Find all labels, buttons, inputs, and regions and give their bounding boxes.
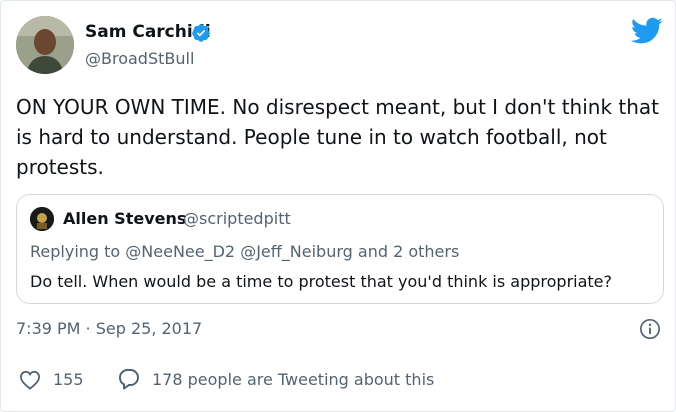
quoted-author-name[interactable]: Allen Stevens [63,209,186,228]
tweeting-about-link[interactable]: 178 people are Tweeting about this [152,370,434,389]
replying-to-label: Replying to [30,242,121,261]
info-icon[interactable] [639,318,661,340]
verified-badge-icon [192,24,210,42]
like-count[interactable]: 155 [53,370,84,389]
speech-bubble-icon[interactable] [117,368,141,390]
heart-icon[interactable] [19,370,41,390]
replying-to-mentions[interactable]: @NeeNee_D2 @Jeff_Neiburg [125,242,353,261]
quoted-tweet-text: Do tell. When would be a time to protest… [30,272,613,291]
tweet-timestamp[interactable]: 7:39 PM · Sep 25, 2017 [16,319,202,338]
twitter-bird-icon[interactable] [631,17,663,45]
quoted-author-avatar[interactable] [30,207,54,231]
replying-to-others[interactable]: and 2 others [358,242,459,261]
quoted-author-handle[interactable]: @scriptedpitt [183,209,291,228]
tweet-text: ON YOUR OWN TIME. No disrespect meant, b… [16,95,660,179]
author-handle[interactable]: @BroadStBull [85,49,194,68]
author-avatar[interactable] [16,16,74,74]
quoted-tweet[interactable]: Allen Stevens @scriptedpitt Replying to … [16,194,664,304]
replying-to-line: Replying to @NeeNee_D2 @Jeff_Neiburg and… [30,242,459,261]
tweet-card: Sam Carchidi @BroadStBull ON YOUR OWN TI… [0,0,676,412]
